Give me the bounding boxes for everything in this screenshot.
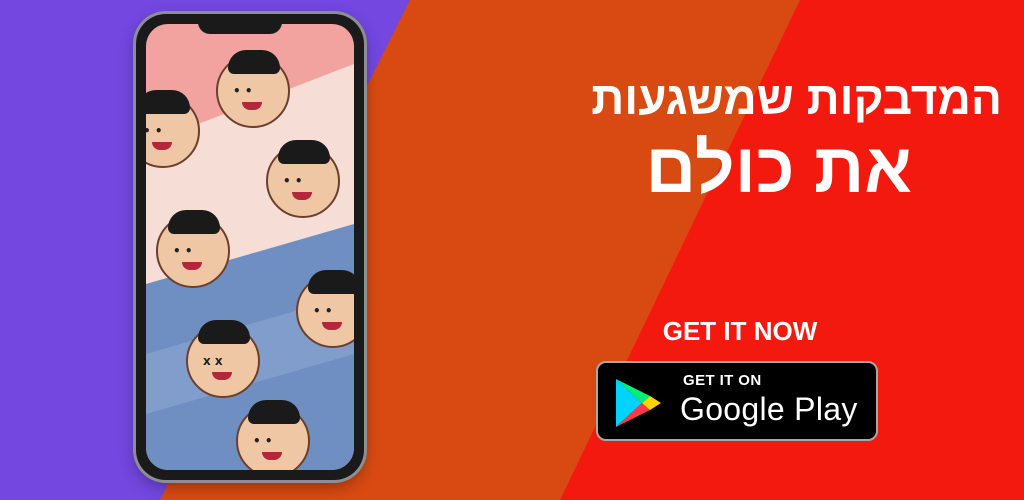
sticker-face: • • xyxy=(266,140,340,218)
sticker-face: • • xyxy=(216,50,290,128)
phone-mockup: • • • • • • • • • • x x • • xyxy=(136,14,364,480)
phone-notch xyxy=(198,14,282,34)
cta-text: GET IT NOW xyxy=(662,316,818,346)
badge-big-text: Google Play xyxy=(680,391,858,427)
google-play-icon xyxy=(616,379,661,427)
sticker-face: • • xyxy=(236,400,310,470)
headline: המדבקות שמשגעות את כולם xyxy=(591,70,1002,210)
phone-screen: • • • • • • • • • • x x • • xyxy=(146,24,354,470)
sticker-face: x x xyxy=(186,320,260,398)
badge-small-text: GET IT ON xyxy=(683,372,762,389)
google-play-badge[interactable]: GET IT ON Google Play xyxy=(596,361,878,441)
sticker-face: • • xyxy=(156,210,230,288)
headline-line-2: את כולם xyxy=(645,129,912,207)
headline-line-1: המדבקות שמשגעות xyxy=(591,72,1002,124)
